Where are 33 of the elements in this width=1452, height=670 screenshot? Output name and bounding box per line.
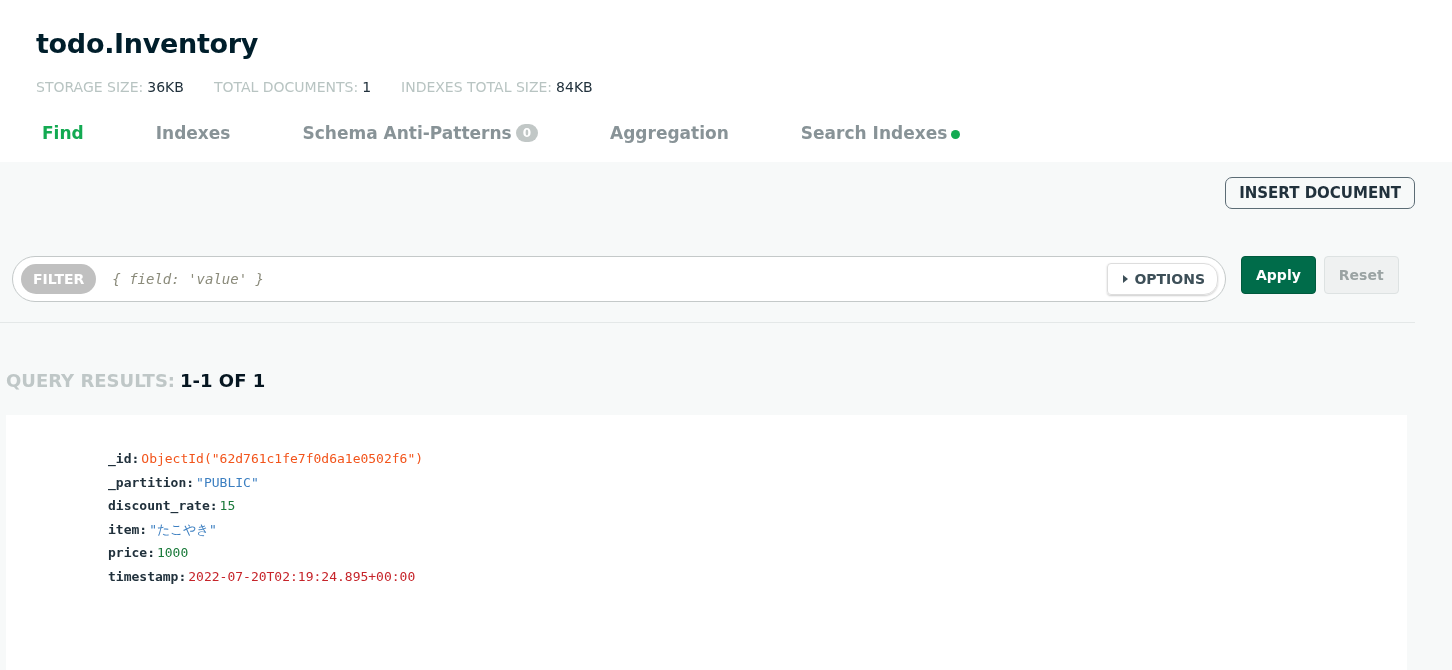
tab[interactable]: Aggregation	[610, 121, 729, 145]
stat-label: STORAGE SIZE:	[36, 79, 144, 95]
insert-document-button[interactable]: INSERT DOCUMENT	[1225, 177, 1415, 209]
field-value: "たこやき"	[149, 520, 217, 539]
filter-label: FILTER	[21, 264, 97, 294]
results-label: QUERY RESULTS:	[6, 370, 176, 391]
field-value: 2022-07-20T02:19:24.895+00:00	[188, 567, 416, 586]
field-value: ObjectId("62d761c1fe7f0d6a1e0502f6")	[141, 450, 424, 468]
stat-value: 1	[362, 79, 372, 95]
tab[interactable]: Indexes	[155, 121, 231, 145]
filter-field[interactable]: FILTER { field: 'value' } OPTIONS	[12, 256, 1226, 302]
tab[interactable]: Find	[42, 121, 84, 145]
caret-icon	[1122, 275, 1129, 283]
field-key: item:	[108, 517, 148, 541]
field-key: _id:	[108, 447, 140, 471]
field-value: "PUBLIC"	[196, 473, 259, 492]
stat-label: INDEXES TOTAL SIZE:	[401, 79, 553, 95]
count-badge: 0	[515, 124, 539, 142]
field-value: 1000	[156, 544, 189, 562]
field-key: _partition:	[108, 470, 195, 494]
tab[interactable]: Schema Anti-Patterns 0	[302, 121, 539, 145]
tab[interactable]: Search Indexes	[800, 121, 961, 145]
collection-title: todo.Inventory	[36, 28, 260, 59]
field-value: 15	[219, 497, 236, 515]
results-count: 1-1 OF 1	[180, 370, 266, 391]
stat-value: 36KB	[147, 79, 184, 95]
stat-value: 84KB	[556, 79, 593, 95]
field-key: timestamp:	[108, 564, 187, 588]
field-key: discount_rate:	[108, 494, 218, 518]
stat-label: TOTAL DOCUMENTS:	[213, 79, 359, 95]
options-button[interactable]: OPTIONS	[1107, 263, 1218, 295]
query-button[interactable]: Apply	[1241, 256, 1316, 294]
field-key: price:	[108, 541, 155, 565]
